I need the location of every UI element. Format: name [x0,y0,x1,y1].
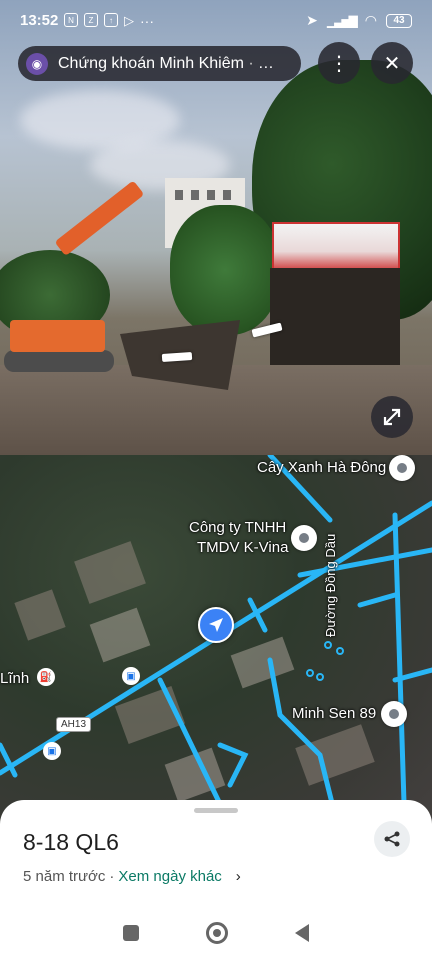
back-button[interactable] [294,923,309,942]
location-icon: ➤ [306,12,318,28]
place-pin[interactable] [381,701,407,727]
chip-title: Chứng khoán Minh Khiêm [58,54,244,72]
date-info: 5 năm trước · Xem ngày khác › [23,868,241,885]
label-cong-ty-1[interactable]: Công ty TNHH [189,519,286,536]
zalo-icon: Z [84,13,98,27]
more-icon: ··· [140,13,154,29]
capture-age: 5 năm trước [23,868,106,885]
drag-handle[interactable] [194,808,238,813]
place-pin[interactable] [291,525,317,551]
battery-icon: 43 [386,13,412,28]
label-minh-sen[interactable]: Minh Sen 89 [292,705,376,722]
bus-stop-icon[interactable]: ▣ [43,742,61,760]
separator: · [109,868,115,885]
route-badge: AH13 [56,717,92,732]
home-button[interactable] [205,921,228,944]
more-vert-icon: ⋮ [329,52,349,75]
signal-icon: ▁▃▅▇ [326,13,358,28]
expand-icon [383,408,401,426]
chip-subtitle: · Th... [248,54,283,72]
status-right: ➤ ▁▃▅▇ ◠ 43 [306,12,412,29]
status-bar: 13:52 N Z ↑ ▷ ··· ➤ ▁▃▅▇ ◠ 43 [0,0,432,40]
play-icon: ▷ [124,13,134,28]
recents-button[interactable] [123,924,140,941]
chevron-right-icon[interactable]: › [236,868,241,885]
avatar: ◉ [26,52,48,75]
map-view[interactable]: Cây Xanh Hà Đông Công ty TNHH TMDV K-Vin… [0,455,432,835]
excavator-body [10,320,105,352]
label-cong-ty-2[interactable]: TMDV K-Vina [197,539,288,556]
label-cay-xanh[interactable]: Cây Xanh Hà Đông [257,459,386,476]
label-linh[interactable]: Lĩnh [0,670,29,687]
nfc-icon: N [64,13,78,27]
label-duong-dong-dau: Đường Đồng Dầu [323,533,338,637]
system-nav-bar [0,905,432,960]
chip-text: Chứng khoán Minh Khiêm · Th... [58,55,283,73]
gas-station-icon[interactable]: ⛽ [37,668,55,686]
street-view-panorama[interactable]: 13:52 N Z ↑ ▷ ··· ➤ ▁▃▅▇ ◠ 43 ◉ Chứng kh… [0,0,432,455]
road-network [0,455,432,835]
bus-stop-icon[interactable]: ▣ [122,667,140,685]
expand-button[interactable] [371,396,413,438]
status-time: 13:52 [20,12,59,29]
excavator-arm [54,180,145,257]
see-other-dates-link[interactable]: Xem ngày khác [118,868,221,885]
share-button[interactable] [374,821,410,857]
close-icon: ✕ [383,52,401,75]
notification-icons: N Z ↑ ▷ ··· [64,13,154,29]
shop-sign [272,222,400,272]
place-pin[interactable] [389,455,415,481]
current-position-marker[interactable] [198,607,234,643]
wifi-icon: ◠ [364,12,377,28]
direction-arrow-icon [209,618,223,632]
trees [170,205,280,335]
share-icon [384,831,400,847]
address-title: 8-18 QL6 [23,829,119,855]
excavator-track [4,350,114,372]
place-chip[interactable]: ◉ Chứng khoán Minh Khiêm · Th... [18,46,301,81]
shop-front [270,268,400,368]
upload-icon: ↑ [104,13,118,27]
more-options-button[interactable]: ⋮ [318,42,360,84]
close-button[interactable]: ✕ [371,42,413,84]
